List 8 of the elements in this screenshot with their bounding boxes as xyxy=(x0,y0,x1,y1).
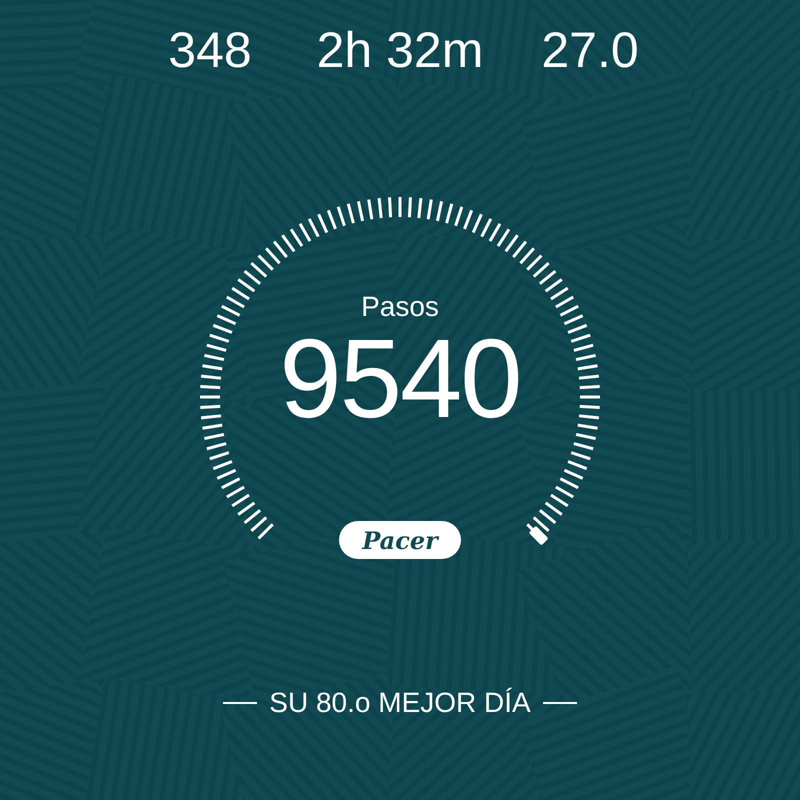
best-day-text: SU 80.o MEJOR DÍA xyxy=(269,687,531,719)
brand-logo: Pacer xyxy=(339,521,461,559)
gauge-marker xyxy=(528,526,548,546)
stat-value: 348 xyxy=(167,22,253,78)
stat-value: 27.0 xyxy=(540,22,640,78)
stat-value: 2h 32m xyxy=(316,22,484,78)
steps-label: Pasos xyxy=(361,291,439,323)
steps-count: 9540 xyxy=(279,321,521,437)
